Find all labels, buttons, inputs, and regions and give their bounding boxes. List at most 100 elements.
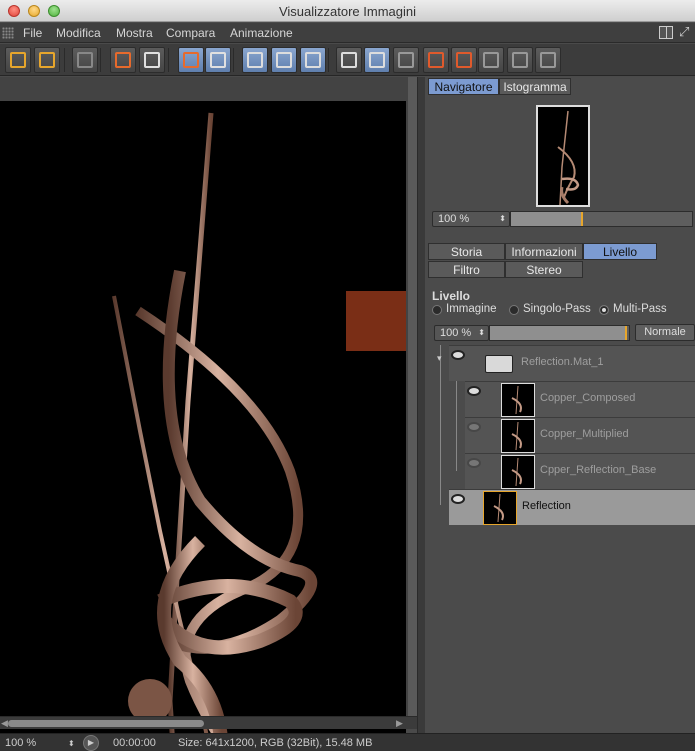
set-b-button[interactable] <box>451 47 477 73</box>
radio-singolo-pass-label: Singolo-Pass <box>523 303 591 315</box>
status-bar: 100 % ⬍ ▶ 00:00:00 Size: 641x1200, RGB (… <box>0 733 695 751</box>
layer-list: Reflection.Mat_1 Copper_Composed Copper_Mu… <box>425 345 695 527</box>
toolbar <box>0 44 695 76</box>
set-a-button[interactable] <box>423 47 449 73</box>
tab-informazioni[interactable]: Informazioni <box>505 243 583 260</box>
layer-row[interactable]: Cpper_Reflection_Base <box>465 453 695 489</box>
layer-thumbnail <box>483 491 517 525</box>
scroll-right-icon[interactable]: ▶ <box>396 718 403 729</box>
tab-livello[interactable]: Livello <box>583 243 657 260</box>
ab-split-button[interactable] <box>364 47 390 73</box>
stereo-3-icon <box>540 52 556 68</box>
eye-icon[interactable] <box>467 458 481 468</box>
view-ab-button[interactable] <box>300 47 326 73</box>
layer-opacity-field[interactable]: 100 % ⬍ <box>434 325 489 341</box>
eye-icon[interactable] <box>467 422 481 432</box>
view-b-button[interactable] <box>271 47 297 73</box>
tab-istogramma[interactable]: Istogramma <box>499 78 571 95</box>
livello-heading: Livello <box>432 289 471 303</box>
tab-filtro[interactable]: Filtro <box>428 261 505 278</box>
status-info: Size: 641x1200, RGB (32Bit), 15.48 MB <box>178 737 373 749</box>
menu-animazione[interactable]: Animazione <box>230 26 293 40</box>
stereo-1-button[interactable] <box>478 47 504 73</box>
ab-diff-button[interactable] <box>393 47 419 73</box>
tab-storia[interactable]: Storia <box>428 243 505 260</box>
status-zoom[interactable]: 100 % <box>5 737 36 749</box>
copy-icon <box>183 52 199 68</box>
stereo-2-icon <box>512 52 528 68</box>
stepper-icon: ⬍ <box>499 214 506 223</box>
panel-splitter[interactable] <box>417 77 425 733</box>
layer-row[interactable]: Copper_Multiplied <box>465 417 695 453</box>
vertical-scrollbar[interactable] <box>408 77 417 716</box>
render-object-icon <box>144 52 160 68</box>
save-button[interactable] <box>34 47 60 73</box>
menu-mostra[interactable]: Mostra <box>116 26 153 40</box>
layer-opacity-value: 100 % <box>440 327 472 339</box>
eye-icon[interactable] <box>451 494 465 504</box>
layer-opacity-slider[interactable] <box>489 325 630 341</box>
grid-button[interactable] <box>72 47 98 73</box>
paste-button[interactable] <box>205 47 231 73</box>
horizontal-scrollbar[interactable]: ◀ ▶ <box>0 716 417 729</box>
eye-icon[interactable] <box>467 386 481 396</box>
navigator-thumbnail[interactable] <box>536 105 590 207</box>
toolbar-separator <box>64 48 65 72</box>
toolbar-separator <box>233 48 234 72</box>
stepper-icon[interactable]: ⬍ <box>68 739 75 748</box>
radio-singolo-pass[interactable] <box>509 305 519 315</box>
navigator-zoom-slider[interactable] <box>510 211 693 227</box>
folder-icon <box>485 355 513 373</box>
side-panel: Navigatore Istogramma 100 % ⬍ Storia Info… <box>425 77 695 733</box>
render-object-button[interactable] <box>139 47 165 73</box>
menu-bar: File Modifica Mostra Compara Animazione … <box>0 23 695 43</box>
expand-triangle-icon[interactable]: ▾ <box>437 353 442 364</box>
stereo-2-button[interactable] <box>507 47 533 73</box>
navigator-zoom-field[interactable]: 100 % ⬍ <box>432 211 510 227</box>
set-a-icon <box>428 52 444 68</box>
layer-thumbnail <box>501 419 535 453</box>
open-button[interactable] <box>5 47 31 73</box>
menu-compara[interactable]: Compara <box>166 26 215 40</box>
layer-name: Copper_Multiplied <box>540 428 629 440</box>
eye-icon[interactable] <box>451 350 465 360</box>
ab-compare-button[interactable] <box>336 47 362 73</box>
menu-file[interactable]: File <box>23 26 42 40</box>
layer-name: Cpper_Reflection_Base <box>540 464 657 476</box>
play-icon[interactable]: ▶ <box>83 735 99 751</box>
view-a-button[interactable] <box>242 47 268 73</box>
tab-stereo[interactable]: Stereo <box>505 261 583 278</box>
status-time: 00:00:00 <box>113 737 156 749</box>
radio-multi-pass[interactable] <box>599 305 609 315</box>
layer-name: Reflection <box>522 500 571 512</box>
view-ab-icon <box>305 52 321 68</box>
paste-icon <box>210 52 226 68</box>
tree-line <box>456 381 457 471</box>
scroll-left-icon[interactable]: ◀ <box>1 718 8 729</box>
copper-sculpture-render <box>112 112 406 751</box>
render-image[interactable] <box>0 101 406 751</box>
copy-button[interactable] <box>178 47 204 73</box>
tree-line <box>440 345 441 505</box>
ab-compare-icon <box>341 52 357 68</box>
render-region-icon <box>115 52 131 68</box>
menu-modifica[interactable]: Modifica <box>56 26 101 40</box>
blend-mode-select[interactable]: Normale <box>635 324 695 341</box>
horizontal-scroll-thumb[interactable] <box>8 720 204 727</box>
expand-icon[interactable]: ⤢ <box>679 25 693 39</box>
radio-multi-pass-label: Multi-Pass <box>613 303 667 315</box>
layer-row[interactable]: Copper_Composed <box>465 381 695 417</box>
window: Visualizzatore Immagini File Modifica Mo… <box>0 0 695 751</box>
layer-row[interactable]: Reflection <box>449 489 695 525</box>
radio-immagine[interactable] <box>432 305 442 315</box>
grip-icon[interactable] <box>2 27 14 39</box>
stereo-3-button[interactable] <box>535 47 561 73</box>
render-region-button[interactable] <box>110 47 136 73</box>
title-bar: Visualizzatore Immagini <box>0 0 695 22</box>
layer-folder-row[interactable]: Reflection.Mat_1 <box>449 345 695 381</box>
layer-name: Copper_Composed <box>540 392 636 404</box>
layout-split-icon[interactable] <box>659 26 673 39</box>
tab-navigatore[interactable]: Navigatore <box>428 78 499 95</box>
ab-diff-icon <box>398 52 414 68</box>
set-b-icon <box>456 52 472 68</box>
